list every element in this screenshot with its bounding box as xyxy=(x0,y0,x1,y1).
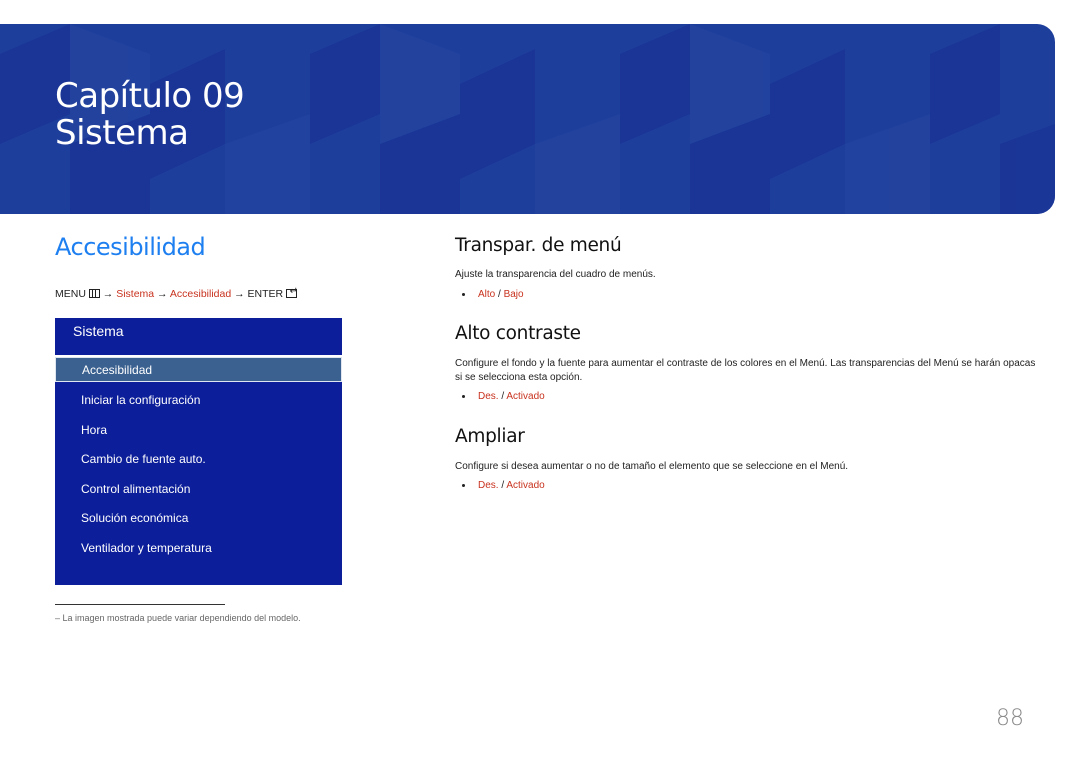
menu-item-cambio-fuente-auto: Cambio de fuente auto. xyxy=(81,452,206,466)
setting-title-alto-contraste: Alto contraste xyxy=(455,323,581,344)
setting-title-ampliar: Ampliar xyxy=(455,426,525,447)
arrow-icon: → xyxy=(234,288,245,300)
setting-options-alto-contraste: Des. / Activado xyxy=(462,391,545,402)
breadcrumb-enter: ENTER xyxy=(247,288,284,300)
option-bajo: Bajo xyxy=(503,289,524,300)
breadcrumb-accesibilidad: Accesibilidad xyxy=(169,288,232,300)
osd-menu-screenshot: Sistema Accesibilidad Iniciar la configu… xyxy=(55,318,342,585)
bullet-icon xyxy=(462,483,465,487)
breadcrumb-sistema: Sistema xyxy=(116,288,155,300)
bullet-icon xyxy=(462,394,465,398)
option-separator: / xyxy=(498,289,501,300)
menu-item-iniciar-configuracion: Iniciar la configuración xyxy=(81,393,201,407)
enter-button-icon xyxy=(286,286,298,298)
chapter-title: Sistema xyxy=(55,113,189,153)
menu-item-solucion-economica: Solución económica xyxy=(81,511,189,525)
option-separator: / xyxy=(501,391,505,402)
page-number: 88 xyxy=(996,706,1024,731)
menu-button-icon xyxy=(88,289,100,298)
option-alto: Alto xyxy=(478,289,496,300)
chapter-banner: Capítulo 09 Sistema xyxy=(0,24,1055,214)
option-activado: Activado xyxy=(506,391,545,402)
bullet-icon xyxy=(462,292,465,296)
menu-item-control-alimentacion: Control alimentación xyxy=(81,482,191,496)
section-title: Accesibilidad xyxy=(55,233,206,261)
menu-item-accesibilidad: Accesibilidad xyxy=(55,357,342,382)
chapter-heading: Capítulo 09 Sistema xyxy=(55,76,245,153)
setting-title-transparencia: Transpar. de menú xyxy=(455,235,622,256)
menu-item-ventilador-temperatura: Ventilador y temperatura xyxy=(81,541,212,555)
setting-description-alto-contraste: Configure el fondo y la fuente para aume… xyxy=(455,358,1036,383)
option-des: Des. xyxy=(478,480,499,491)
arrow-icon: → xyxy=(102,288,114,300)
setting-options-transparencia: Alto / Bajo xyxy=(462,289,524,300)
chapter-number: Capítulo 09 xyxy=(55,76,245,116)
option-activado: Activado xyxy=(506,480,545,491)
menu-item-hora: Hora xyxy=(81,423,108,437)
setting-description-transparencia: Ajuste la transparencia del cuadro de me… xyxy=(455,269,656,280)
setting-description-ampliar: Configure si desea aumentar o no de tama… xyxy=(455,461,849,472)
menu-header: Sistema xyxy=(73,323,124,339)
setting-options-ampliar: Des. / Activado xyxy=(462,480,545,491)
arrow-icon: → xyxy=(157,288,168,300)
footnote: – La imagen mostrada puede variar depend… xyxy=(55,613,301,623)
option-separator: / xyxy=(501,480,505,491)
option-des: Des. xyxy=(478,391,499,402)
breadcrumb-menu: MENU xyxy=(55,288,86,300)
breadcrumb: MENU → Sistema → Accesibilidad → ENTER xyxy=(55,286,298,300)
footnote-divider xyxy=(55,604,225,605)
